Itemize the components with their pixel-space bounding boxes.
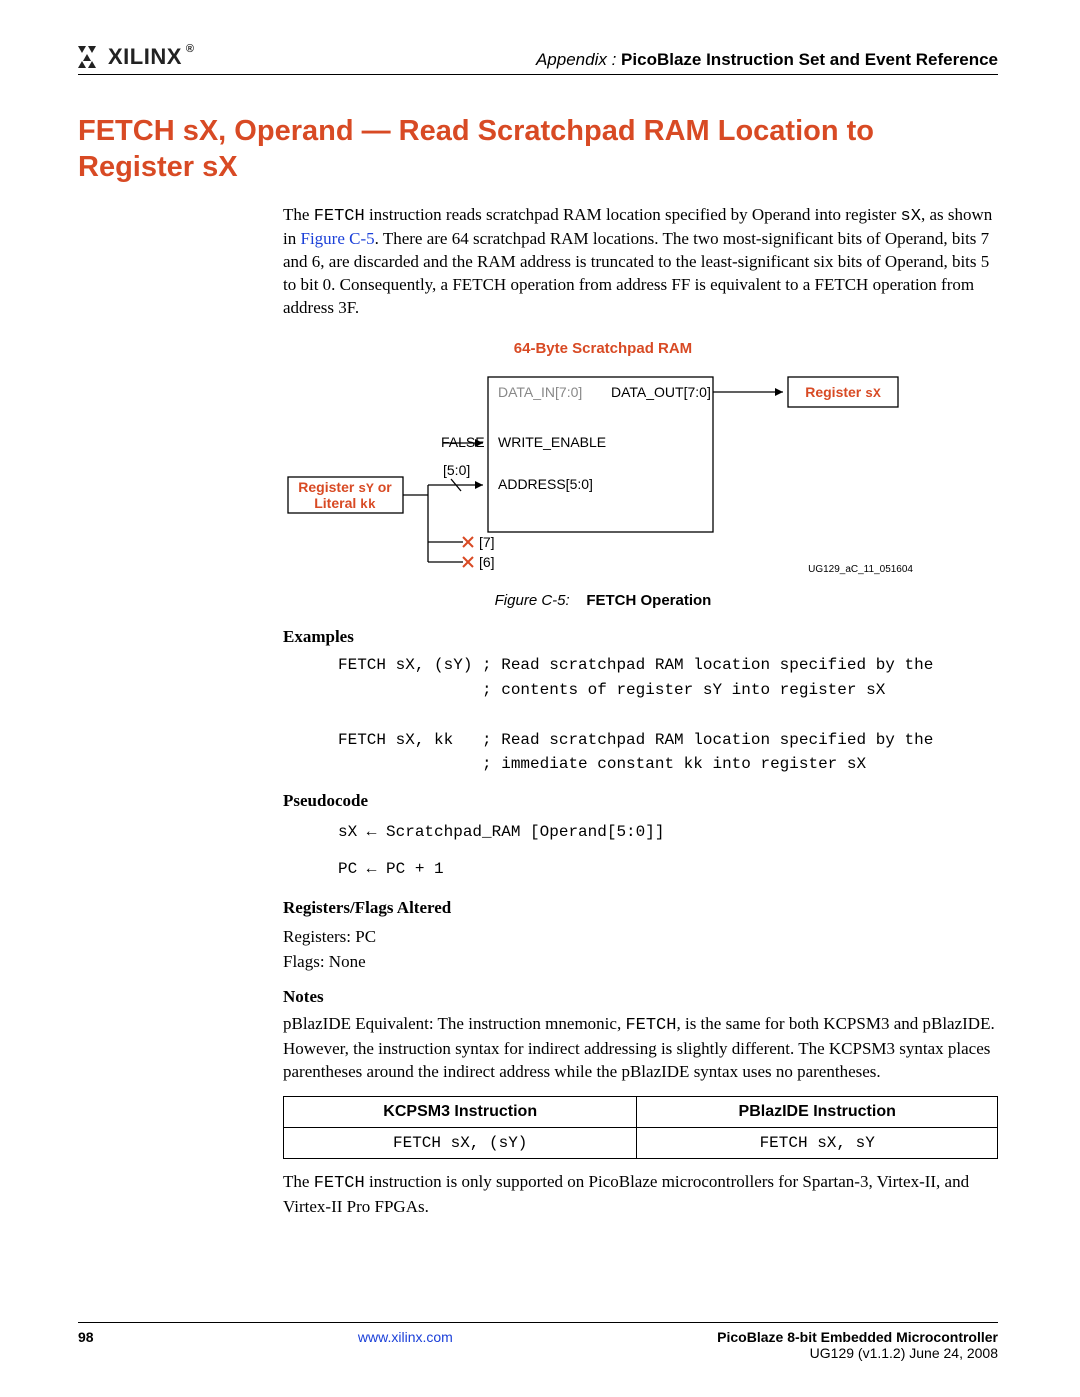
- svg-text:DATA_IN[7:0]: DATA_IN[7:0]: [498, 384, 582, 400]
- figure-link[interactable]: Figure C-5: [300, 229, 374, 248]
- notes-paragraph: pBlazIDE Equivalent: The instruction mne…: [283, 1013, 998, 1084]
- figure-caption: Figure C-5: FETCH Operation: [283, 592, 923, 609]
- registers-line: Registers: PC: [283, 924, 998, 950]
- syntax-table: KCPSM3 Instruction PBlazIDE Instruction …: [283, 1096, 998, 1159]
- svg-text:Register sY or: Register sY or: [298, 479, 392, 496]
- svg-text:ADDRESS[5:0]: ADDRESS[5:0]: [498, 476, 593, 492]
- svg-text:[7]: [7]: [479, 534, 495, 550]
- intro-paragraph: The FETCH instruction reads scratchpad R…: [283, 204, 998, 321]
- registered-mark: ®: [186, 43, 194, 55]
- figure-title: 64-Byte Scratchpad RAM: [514, 340, 692, 357]
- xilinx-logo-icon: [78, 46, 104, 68]
- tail-paragraph: The FETCH instruction is only supported …: [283, 1171, 998, 1219]
- svg-text:Literal kk: Literal kk: [314, 495, 376, 512]
- pseudocode-block: sX ← Scratchpad_RAM [Operand[5:0]] PC ← …: [338, 817, 998, 884]
- table-row: FETCH sX, (sY) FETCH sX, sY: [284, 1127, 998, 1158]
- pseudocode-heading: Pseudocode: [283, 791, 998, 811]
- examples-code: FETCH sX, (sY) ; Read scratchpad RAM loc…: [338, 653, 998, 777]
- svg-text:UG129_aC_11_051604: UG129_aC_11_051604: [808, 564, 913, 575]
- page-header: XILINX ® Appendix : PicoBlaze Instructio…: [78, 44, 998, 75]
- logo-text: XILINX: [108, 44, 182, 70]
- footer-version: UG129 (v1.1.2) June 24, 2008: [717, 1345, 998, 1361]
- flags-line: Flags: None: [283, 949, 998, 975]
- notes-heading: Notes: [283, 987, 998, 1007]
- page-content: XILINX ® Appendix : PicoBlaze Instructio…: [78, 44, 998, 1225]
- footer-url[interactable]: www.xilinx.com: [358, 1329, 453, 1345]
- figure-c5: 64-Byte Scratchpad RAM DATA_IN[7:0] DATA…: [283, 340, 923, 609]
- regs-heading: Registers/Flags Altered: [283, 898, 998, 918]
- page-title: FETCH sX, Operand — Read Scratchpad RAM …: [78, 113, 998, 186]
- appendix-label: Appendix : PicoBlaze Instruction Set and…: [536, 50, 998, 70]
- xilinx-logo: XILINX ®: [78, 44, 194, 70]
- page-footer: 98 www.xilinx.com PicoBlaze 8-bit Embedd…: [78, 1322, 998, 1361]
- svg-text:DATA_OUT[7:0]: DATA_OUT[7:0]: [611, 384, 711, 400]
- table-header-pblazide: PBlazIDE Instruction: [637, 1096, 998, 1127]
- footer-doc-title: PicoBlaze 8-bit Embedded Microcontroller: [717, 1329, 998, 1345]
- examples-section: Examples: [283, 627, 998, 647]
- svg-text:Register sX: Register sX: [805, 384, 881, 401]
- svg-text:[5:0]: [5:0]: [443, 462, 470, 478]
- fetch-diagram: DATA_IN[7:0] DATA_OUT[7:0] Register sX F…: [283, 367, 923, 577]
- svg-text:WRITE_ENABLE: WRITE_ENABLE: [498, 434, 606, 450]
- page-number: 98: [78, 1329, 94, 1345]
- examples-heading: Examples: [283, 627, 998, 647]
- svg-text:[6]: [6]: [479, 554, 495, 570]
- table-header-kcpsm3: KCPSM3 Instruction: [284, 1096, 637, 1127]
